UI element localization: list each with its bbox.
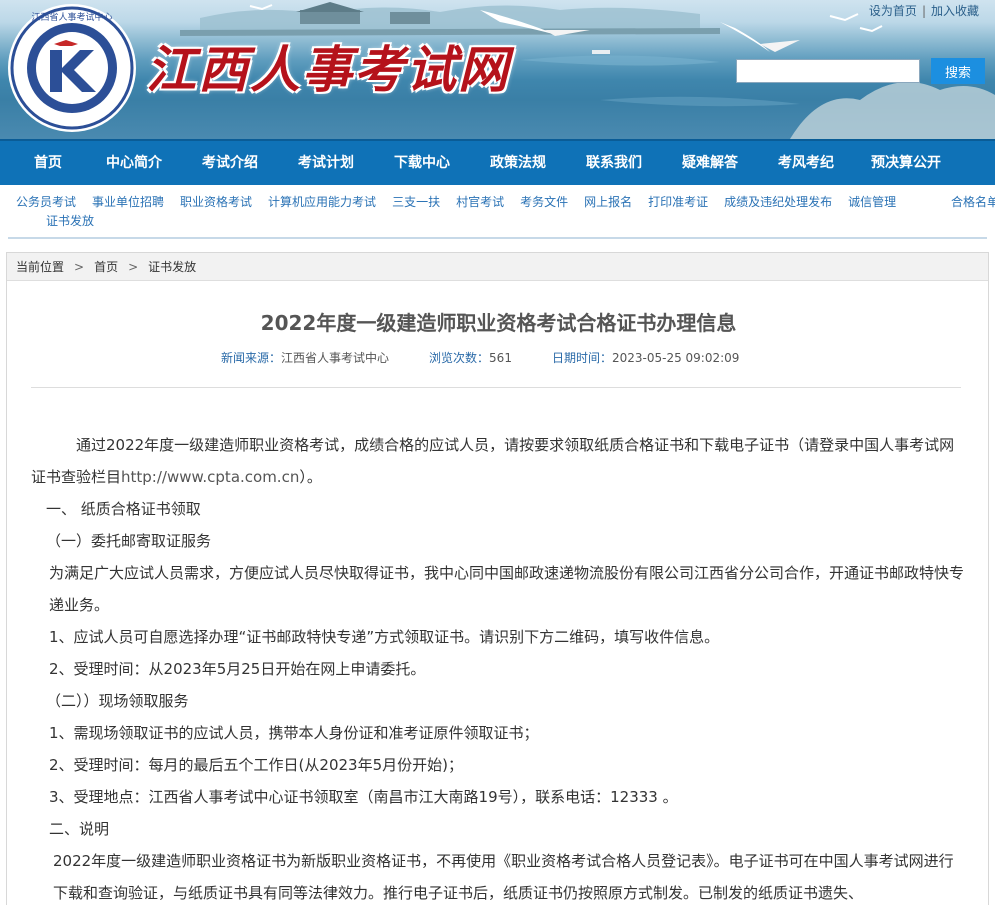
source-value: 江西省人事考试中心	[281, 351, 390, 365]
nav-item-about[interactable]: 中心简介	[86, 141, 182, 185]
breadcrumb-current[interactable]: 证书发放	[148, 260, 196, 274]
breadcrumb-arrow: >	[74, 260, 85, 274]
list-item: 2、受理时间：每月的最后五个工作日(从2023年5月份开始)；	[49, 756, 463, 774]
sub-nav-print-admission[interactable]: 打印准考证	[648, 195, 708, 209]
breadcrumb-label: 当前位置	[16, 260, 65, 274]
top-links-separator: |	[921, 4, 926, 18]
subsection-heading-2: （二））现场领取服务	[46, 692, 189, 710]
article-meta: 新闻来源：江西省人事考试中心 浏览次数：561 日期时间：2023-05-25 09…	[221, 349, 739, 366]
paragraph-intro: 通过2022年度一级建造师职业资格考试，成绩合格的应试人员，请按要求领取纸质合格…	[31, 429, 965, 493]
sub-nav-sanzhiyifu[interactable]: 三支一扶	[392, 195, 440, 209]
sub-nav-integrity[interactable]: 诚信管理	[848, 195, 896, 209]
source-label: 新闻来源：	[221, 351, 282, 365]
nav-item-exam-plan[interactable]: 考试计划	[278, 141, 374, 185]
sub-nav-public-institution[interactable]: 事业单位招聘	[92, 195, 164, 209]
list-item: 1、需现场领取证书的应试人员，携带本人身份证和准考证原件领取证书；	[49, 724, 539, 742]
paragraph-mail-service: 为满足广大应试人员需求，方便应试人员尽快取得证书，我中心同中国邮政速递物流股份有…	[49, 564, 965, 614]
sub-nav-row: 公务员考试 事业单位招聘 职业资格考试 计算机应用能力考试 三支一扶 村官考试 考务文件 网上…	[16, 193, 995, 212]
paragraph-intro-end: ）。	[299, 468, 322, 486]
date-value: 2023-05-25 09:02:09	[611, 351, 740, 365]
section-heading-1: 一、 纸质合格证书领取	[46, 500, 201, 518]
main-nav: 首页 中心简介 考试介绍 考试计划 下载中心 政策法规 联系我们 疑难解答 考风…	[0, 139, 995, 185]
list-item: 3、受理地点：江西省人事考试中心证书领取室（南昌市江大南路19号），联系电话：1…	[49, 788, 678, 806]
site-title: 江西人事考试网	[146, 40, 510, 99]
views-value: 561	[489, 351, 512, 365]
nav-item-downloads[interactable]: 下载中心	[374, 141, 470, 185]
nav-item-discipline[interactable]: 考风考纪	[758, 141, 854, 185]
paragraph-explanation: 2022年度一级建造师职业资格证书为新版职业资格证书，不再使用《职业资格考试合格…	[53, 852, 954, 902]
sub-nav: 公务员考试 事业单位招聘 职业资格考试 计算机应用能力考试 三支一扶 村官考试 考务文件 网上…	[0, 193, 995, 237]
sub-nav-village-official[interactable]: 村官考试	[456, 195, 504, 209]
section-heading-2: 二、说明	[49, 820, 110, 838]
cpta-url: http://www.cpta.com.cn	[121, 468, 300, 486]
sub-nav-qualified-list[interactable]: 合格名单	[951, 195, 995, 209]
top-links: 设为首页 | 加入收藏	[869, 2, 979, 19]
breadcrumb-home[interactable]: 首页	[94, 260, 118, 274]
nav-item-faq[interactable]: 疑难解答	[662, 141, 758, 185]
article-body: 通过2022年度一级建造师职业资格考试，成绩合格的应试人员，请按要求领取纸质合格…	[31, 429, 965, 905]
logo-text: 江西省人事考试中心	[31, 11, 112, 23]
header-banner: 江西省人事考试中心 江西人事考试网 设为首页 | 加入收藏 搜索	[0, 0, 995, 139]
search-button[interactable]: 搜索	[931, 58, 985, 84]
set-homepage-link[interactable]: 设为首页	[869, 4, 917, 18]
sub-nav-online-registration[interactable]: 网上报名	[584, 195, 632, 209]
nav-item-home[interactable]: 首页	[10, 141, 86, 185]
sub-nav-civil-servant[interactable]: 公务员考试	[16, 195, 76, 209]
views-label: 浏览次数：	[429, 351, 490, 365]
sub-nav-computer-skills[interactable]: 计算机应用能力考试	[268, 195, 376, 209]
site-logo[interactable]: 江西省人事考试中心	[8, 4, 136, 132]
nav-item-budget[interactable]: 预决算公开	[854, 141, 958, 185]
sub-nav-scores[interactable]: 成绩及违纪处理发布	[724, 195, 832, 209]
breadcrumb: 当前位置 > 首页 > 证书发放	[7, 253, 988, 281]
search-input[interactable]	[736, 59, 920, 83]
nav-item-contact[interactable]: 联系我们	[566, 141, 662, 185]
sub-nav-row-2: 证书发放	[4, 212, 985, 231]
sub-nav-divider	[8, 237, 987, 239]
list-item: 1、应试人员可自愿选择办理“证书邮政特快专递”方式领取证书。请识别下方二维码，填…	[49, 628, 720, 646]
divider	[31, 387, 961, 388]
content-panel: 当前位置 > 首页 > 证书发放 2022年度一级建造师职业资格考试合格证书办理信息 新…	[6, 252, 989, 905]
nav-item-exam-intro[interactable]: 考试介绍	[182, 141, 278, 185]
sub-nav-certificates[interactable]: 证书发放	[46, 214, 94, 228]
subsection-heading-1: （一）委托邮寄取证服务	[46, 532, 212, 550]
article-title: 2022年度一级建造师职业资格考试合格证书办理信息	[260, 311, 737, 335]
add-favorite-link[interactable]: 加入收藏	[931, 4, 979, 18]
date-label: 日期时间：	[551, 351, 612, 365]
list-item: 2、受理时间：从2023年5月25日开始在网上申请委托。	[49, 660, 426, 678]
nav-item-policy[interactable]: 政策法规	[470, 141, 566, 185]
sub-nav-exam-documents[interactable]: 考务文件	[520, 195, 568, 209]
sub-nav-professional-qualification[interactable]: 职业资格考试	[180, 195, 252, 209]
breadcrumb-arrow: >	[128, 260, 139, 274]
